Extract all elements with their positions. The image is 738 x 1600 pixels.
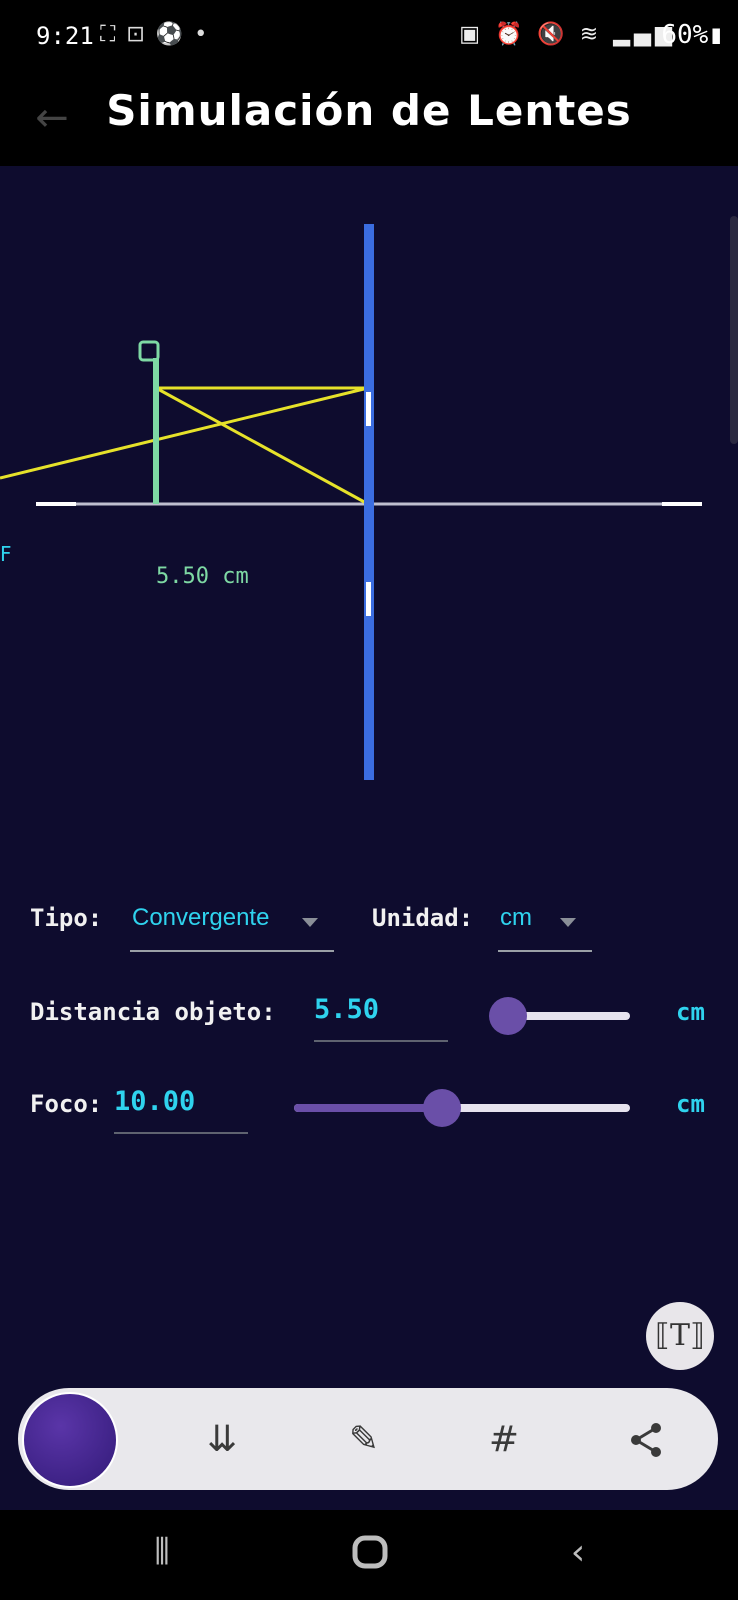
wifi-icon: ≋ [579,22,603,47]
hashtag-button[interactable]: # [476,1412,532,1468]
chevron-down-icon [560,918,576,927]
hashtag-icon: # [488,1419,520,1460]
screenshot-toolbar: ⇊ ✎ # [18,1388,718,1490]
share-button[interactable] [618,1412,674,1468]
slider-thumb[interactable] [488,997,527,1035]
tipo-value: Convergente [132,904,270,931]
crop-edit-button[interactable]: ✎ [336,1412,392,1468]
lens [364,224,374,780]
battery-saver-icon: ▣ [459,22,484,47]
scrollbar-thumb[interactable] [730,216,738,444]
app-bar: Simulación de Lentes ← [0,76,738,166]
page-title: Simulación de Lentes [106,86,632,135]
lens-focal-marker-top [366,392,371,426]
status-time: 9:21 [36,22,94,50]
tipo-dropdown[interactable]: Convergente [130,896,334,952]
focal-point-label: F [0,542,12,566]
distancia-objeto-label: Distancia objeto: [30,998,276,1026]
ray-center [155,386,369,506]
ray-parallel-refracted [0,386,369,480]
status-bar: 9:21 ⛶ ⊡ ⚽ • ▣ ⏰ 🔇 ≋ ▂▄▆ 60%▮ [0,0,738,76]
tipo-label: Tipo: [30,904,103,932]
back-button[interactable]: ← [30,88,74,148]
text-scan-button[interactable]: ⟦T⟧ [646,1302,714,1370]
distancia-objeto-input[interactable]: 5.50 [314,988,448,1042]
screen-record-icon: ⊡ [126,22,147,47]
lens-simulation-canvas [0,224,702,780]
navigation-bar: ⦀ ‹ [0,1510,738,1600]
distancia-objeto-value: 5.50 [314,994,380,1025]
object-head [138,340,160,362]
back-icon: ‹ [570,1532,586,1573]
slider-thumb[interactable] [422,1089,461,1127]
foco-unit: cm [676,1090,705,1118]
recent-apps-icon: ⦀ [154,1532,170,1573]
slider-active-track [294,1104,442,1112]
distancia-objeto-slider[interactable] [488,997,630,1035]
home-button[interactable] [340,1532,400,1581]
recent-apps-button[interactable]: ⦀ [132,1532,192,1574]
foco-label: Foco: [30,1090,103,1118]
battery-percent: 60% [661,20,709,50]
battery-icon: ▮ [708,20,724,50]
lens-focal-marker-bottom [366,582,371,616]
foco-input[interactable]: 10.00 [114,1080,248,1134]
unidad-label: Unidad: [372,904,474,932]
unidad-value: cm [500,904,532,931]
share-icon [631,1423,661,1457]
soccer-icon: ⚽ [155,22,186,47]
chevron-down-icon [302,918,318,927]
mute-icon: 🔇 [537,22,569,47]
dot-icon: • [194,22,210,47]
screenshot-icon: ⛶ [100,22,118,47]
scroll-capture-icon: ⇊ [206,1419,238,1460]
home-icon [352,1535,388,1569]
foco-value: 10.00 [114,1086,196,1117]
status-system-icons: ▣ ⏰ 🔇 ≋ ▂▄▆ [459,22,676,47]
back-arrow-icon: ← [35,95,69,141]
alarm-icon: ⏰ [494,22,527,47]
foco-slider[interactable] [294,1089,630,1127]
crop-edit-icon: ✎ [348,1419,380,1460]
nav-back-button[interactable]: ‹ [548,1532,608,1573]
text-scan-icon: ⟦T⟧ [655,1318,705,1353]
battery-indicator: 60%▮ [661,20,724,50]
unidad-dropdown[interactable]: cm [498,896,592,952]
status-notification-icons: ⛶ ⊡ ⚽ • [100,22,209,47]
scroll-capture-button[interactable]: ⇊ [194,1412,250,1468]
distancia-objeto-unit: cm [676,998,705,1026]
object-distance-label: 5.50 cm [156,564,249,589]
screenshot-thumbnail[interactable] [22,1392,118,1488]
